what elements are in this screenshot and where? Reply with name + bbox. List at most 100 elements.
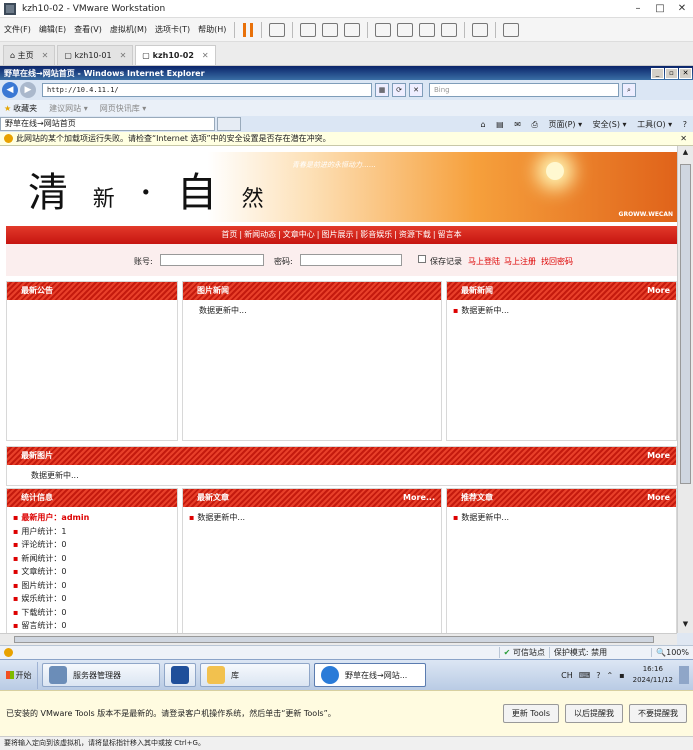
- menu-view[interactable]: 查看(V): [70, 24, 106, 35]
- taskbar-ie[interactable]: 野草在线→网站...: [314, 663, 426, 687]
- nav-downloads[interactable]: 资源下载: [397, 230, 433, 239]
- vertical-scrollbar[interactable]: ▲ ▼: [677, 146, 693, 633]
- remember-checkbox[interactable]: [418, 255, 426, 263]
- login-link[interactable]: 马上登陆: [468, 256, 500, 267]
- stat-value[interactable]: admin: [61, 513, 89, 522]
- ie-close-icon[interactable]: ✕: [679, 67, 692, 79]
- forward-icon[interactable]: ▶: [20, 82, 36, 98]
- horizontal-scrollbar[interactable]: [0, 633, 677, 645]
- console-icon[interactable]: [472, 22, 489, 37]
- print-icon[interactable]: ⎙: [532, 120, 538, 129]
- ie-minimize-icon[interactable]: _: [651, 67, 664, 79]
- network-icon[interactable]: ▪: [619, 671, 624, 680]
- ie-info-bar[interactable]: 此网站的某个加载项运行失败。请检查“Internet 选项”中的安全设置是否存在…: [0, 132, 693, 146]
- safety-menu[interactable]: 安全(S) ▾: [593, 120, 627, 129]
- nav-guestbook[interactable]: 留言本: [436, 230, 464, 239]
- compat-view-icon[interactable]: ▦: [375, 83, 389, 97]
- nav-home[interactable]: 首页: [219, 230, 239, 239]
- maximize-icon[interactable]: □: [649, 3, 671, 14]
- list-item[interactable]: 数据更新中...: [197, 513, 245, 522]
- menu-tabs[interactable]: 选项卡(T): [151, 24, 194, 35]
- suggested-sites-link[interactable]: 建议网站 ▾: [49, 103, 88, 114]
- nav-articles[interactable]: 文章中心: [281, 230, 317, 239]
- scroll-thumb[interactable]: [680, 164, 691, 484]
- home-icon[interactable]: ⌂: [481, 120, 486, 129]
- clock[interactable]: 16:16 2024/11/12: [633, 664, 673, 686]
- close-tab-icon[interactable]: ✕: [120, 51, 127, 60]
- keyboard-icon[interactable]: ⌨: [579, 671, 591, 680]
- more-link[interactable]: More: [647, 282, 670, 300]
- fullscreen-icon[interactable]: [419, 22, 436, 37]
- thumbnail-view-icon[interactable]: [397, 22, 414, 37]
- stretch-icon[interactable]: [503, 22, 520, 37]
- show-desktop-button[interactable]: [679, 666, 689, 684]
- clock-time: 16:16: [642, 665, 663, 673]
- close-tab-icon[interactable]: ✕: [202, 51, 209, 60]
- nav-media[interactable]: 影音娱乐: [358, 230, 394, 239]
- address-bar[interactable]: http://10.4.11.1/: [42, 83, 372, 97]
- start-button[interactable]: 开始: [0, 661, 38, 689]
- language-indicator[interactable]: CH: [561, 671, 573, 680]
- warning-icon[interactable]: [4, 648, 13, 657]
- ie-restore-icon[interactable]: ▫: [665, 67, 678, 79]
- refresh-icon[interactable]: ⟳: [392, 83, 406, 97]
- new-tab-button[interactable]: [217, 117, 241, 131]
- more-link[interactable]: More: [647, 489, 670, 507]
- back-icon[interactable]: ◀: [2, 82, 18, 98]
- help-icon[interactable]: ?: [683, 120, 687, 129]
- page-menu[interactable]: 页面(P) ▾: [548, 120, 582, 129]
- more-link[interactable]: More...: [403, 489, 435, 507]
- revert-snapshot-icon[interactable]: [322, 22, 339, 37]
- account-input[interactable]: [160, 254, 264, 266]
- feeds-icon[interactable]: ▤: [496, 120, 504, 129]
- menu-help[interactable]: 帮助(H): [194, 24, 230, 35]
- list-item[interactable]: 数据更新中...: [461, 513, 509, 522]
- stop-icon[interactable]: ✕: [409, 83, 423, 97]
- snapshot-manager-icon[interactable]: [344, 22, 361, 37]
- remind-later-button[interactable]: 以后提醒我: [565, 704, 623, 723]
- register-link[interactable]: 马上注册: [504, 256, 536, 267]
- tools-menu[interactable]: 工具(O) ▾: [637, 120, 672, 129]
- taskbar-powershell[interactable]: [164, 663, 196, 687]
- unity-icon[interactable]: [441, 22, 458, 37]
- guest-screen[interactable]: 野草在线→网站首页 - Windows Internet Explorer _ …: [0, 66, 693, 690]
- list-item[interactable]: 数据更新中...: [461, 306, 509, 315]
- mail-icon[interactable]: ✉: [514, 120, 521, 129]
- update-tools-button[interactable]: 更新 Tools: [502, 704, 559, 723]
- close-icon[interactable]: ✕: [671, 3, 693, 14]
- tab-home[interactable]: ⌂ 主页 ✕: [3, 45, 56, 65]
- never-remind-button[interactable]: 不要提醒我: [629, 704, 687, 723]
- nav-news[interactable]: 新闻动态: [242, 230, 278, 239]
- taskbar-server-manager[interactable]: 服务器管理器: [42, 663, 160, 687]
- scroll-down-icon[interactable]: ▼: [680, 620, 691, 631]
- menu-edit[interactable]: 编辑(E): [35, 24, 70, 35]
- server-manager-icon: [49, 666, 67, 684]
- scroll-thumb[interactable]: [14, 636, 654, 643]
- more-link[interactable]: More: [647, 447, 670, 465]
- tab-kzh10-02[interactable]: ▢ kzh10-02 ✕: [135, 45, 216, 65]
- send-ctrl-alt-del-icon[interactable]: [269, 22, 286, 37]
- menu-file[interactable]: 文件(F): [0, 24, 35, 35]
- close-infobar-icon[interactable]: ✕: [680, 134, 687, 143]
- scroll-up-icon[interactable]: ▲: [680, 148, 691, 159]
- chevron-up-icon[interactable]: ⌃: [607, 671, 614, 680]
- minimize-icon[interactable]: –: [627, 3, 649, 14]
- search-icon[interactable]: ⌕: [622, 83, 636, 97]
- search-input[interactable]: Bing: [429, 83, 619, 97]
- password-input[interactable]: [300, 254, 402, 266]
- pause-icon[interactable]: [243, 22, 254, 37]
- taskbar-library[interactable]: 库: [200, 663, 310, 687]
- recover-password-link[interactable]: 找回密码: [541, 256, 573, 267]
- favorites-button[interactable]: ★ 收藏夹: [4, 103, 37, 114]
- close-tab-icon[interactable]: ✕: [42, 51, 49, 60]
- library-view-icon[interactable]: [375, 22, 392, 37]
- tab-kzh10-01[interactable]: ▢ kzh10-01 ✕: [57, 45, 134, 65]
- ie-tab-current[interactable]: 野草在线→网站首页: [0, 117, 215, 131]
- menu-vm[interactable]: 虚拟机(M): [106, 24, 151, 35]
- nav-pictures[interactable]: 图片展示: [320, 230, 356, 239]
- web-slice-gallery-link[interactable]: 网页快讯库 ▾: [100, 103, 147, 114]
- help-icon[interactable]: ?: [596, 671, 600, 680]
- stat-row: ▪ 娱乐统计：0: [13, 592, 171, 606]
- snapshot-icon[interactable]: [300, 22, 317, 37]
- zoom-level[interactable]: 🔍100%: [651, 648, 693, 657]
